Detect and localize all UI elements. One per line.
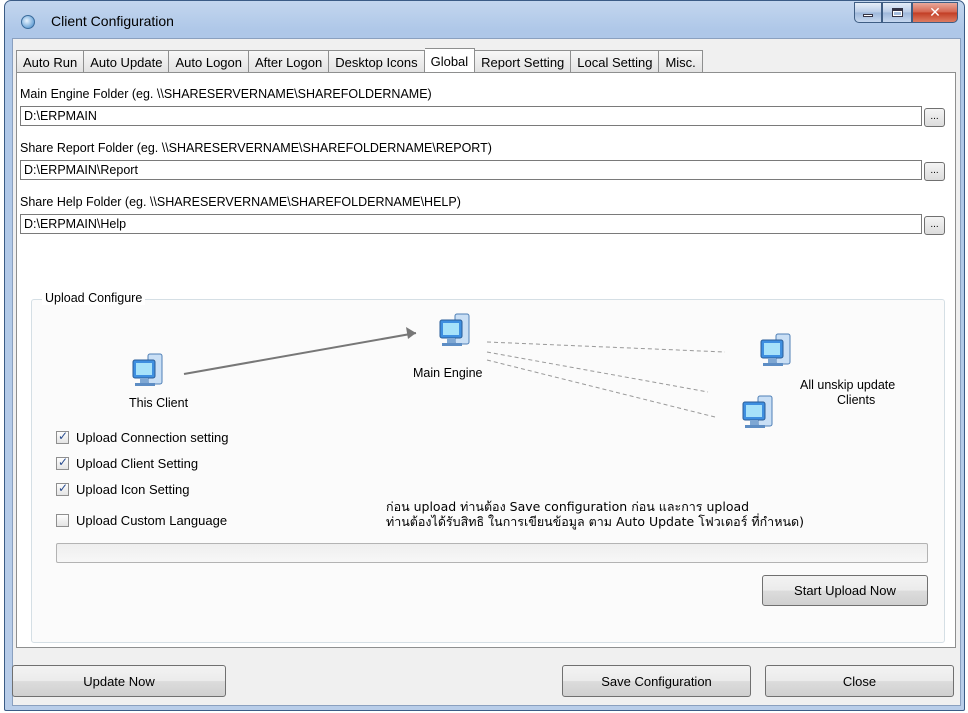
upload-icon-setting-checkbox[interactable]: Upload Icon Setting <box>56 481 190 497</box>
checkbox-label: Upload Custom Language <box>76 513 228 528</box>
close-icon: ✕ <box>929 4 941 20</box>
share-help-folder-label: Share Help Folder (eg. \\SHARESERVERNAME… <box>20 195 461 209</box>
client-area: Auto Run Auto Update Auto Logon After Lo… <box>12 38 961 706</box>
this-client-label: This Client <box>129 396 189 410</box>
tab-auto-run[interactable]: Auto Run <box>16 50 85 73</box>
checkbox-box[interactable] <box>56 481 69 496</box>
tab-global[interactable]: Global <box>424 48 476 73</box>
engine-to-clients-line-1 <box>486 341 726 353</box>
all-clients-label-line1: All unskip update <box>800 378 896 392</box>
client-configuration-window: Client Configuration ✕ Auto Run Auto Upd… <box>4 0 965 711</box>
window-title: Client Configuration <box>51 13 174 29</box>
save-configuration-button[interactable]: Save Configuration <box>562 665 751 697</box>
checkbox-box[interactable] <box>56 455 69 470</box>
share-report-folder-label: Share Report Folder (eg. \\SHARESERVERNA… <box>20 141 492 155</box>
upload-note-line1: ก่อน upload ท่านต้อง Save configuration … <box>386 499 750 514</box>
minimize-button[interactable] <box>854 2 882 23</box>
checkbox-label: Upload Connection setting <box>76 430 229 445</box>
tab-misc[interactable]: Misc. <box>659 50 703 73</box>
this-client-computer-icon <box>132 353 163 386</box>
checkbox-label: Upload Icon Setting <box>76 482 190 497</box>
tab-desktop-icons[interactable]: Desktop Icons <box>329 50 425 73</box>
tab-after-logon[interactable]: After Logon <box>249 50 330 73</box>
update-client-computer-icon <box>760 333 791 366</box>
checkbox-box[interactable] <box>56 514 69 527</box>
update-now-button[interactable]: Update Now <box>12 665 226 697</box>
app-icon[interactable] <box>21 15 35 29</box>
tab-local-setting[interactable]: Local Setting <box>571 50 660 73</box>
tab-report-setting[interactable]: Report Setting <box>475 50 572 73</box>
upload-connection-setting-checkbox[interactable]: Upload Connection setting <box>56 429 229 445</box>
main-engine-browse-button[interactable]: ... <box>924 108 945 127</box>
global-tab-page: Main Engine Folder (eg. \\SHARESERVERNAM… <box>16 72 956 648</box>
maximize-icon <box>891 8 903 17</box>
upload-client-setting-checkbox[interactable]: Upload Client Setting <box>56 455 199 471</box>
upload-custom-language-checkbox[interactable]: Upload Custom Language <box>56 513 227 528</box>
checkbox-box[interactable] <box>56 429 69 444</box>
tab-auto-logon[interactable]: Auto Logon <box>169 50 249 73</box>
start-upload-button[interactable]: Start Upload Now <box>762 575 928 606</box>
checkbox-label: Upload Client Setting <box>76 456 199 471</box>
maximize-button[interactable] <box>882 2 912 23</box>
update-client-computer-icon-2 <box>742 395 773 428</box>
close-window-button[interactable]: ✕ <box>912 2 958 23</box>
share-help-folder-input[interactable]: D:\ERPMAIN\Help <box>20 214 922 234</box>
title-bar[interactable]: Client Configuration ✕ <box>5 1 964 37</box>
upload-progress-bar <box>56 543 928 563</box>
upload-note-line2: ท่านต้องได้รับสิทธิ ในการเขียนข้อมูล ตาม… <box>386 514 804 529</box>
share-report-browse-button[interactable]: ... <box>924 162 945 181</box>
arrow-head <box>406 327 416 339</box>
main-engine-label: Main Engine <box>413 366 483 380</box>
tab-auto-update[interactable]: Auto Update <box>84 50 170 73</box>
engine-to-clients-line-2 <box>486 351 709 393</box>
share-report-folder-input[interactable]: D:\ERPMAIN\Report <box>20 160 922 180</box>
main-engine-computer-icon <box>439 313 470 346</box>
client-to-engine-arrow <box>183 332 417 375</box>
close-button[interactable]: Close <box>765 665 954 697</box>
minimize-icon <box>863 14 873 17</box>
main-engine-folder-label: Main Engine Folder (eg. \\SHARESERVERNAM… <box>20 87 432 101</box>
share-help-browse-button[interactable]: ... <box>924 216 945 235</box>
caption-buttons: ✕ <box>854 2 958 24</box>
all-clients-label-line2: Clients <box>837 393 876 407</box>
main-engine-folder-input[interactable]: D:\ERPMAIN <box>20 106 922 126</box>
engine-to-clients-line-3 <box>486 359 716 418</box>
upload-configure-group: Upload Configure This Client Main Engine… <box>31 291 945 643</box>
tab-strip: Auto Run Auto Update Auto Logon After Lo… <box>16 48 703 73</box>
